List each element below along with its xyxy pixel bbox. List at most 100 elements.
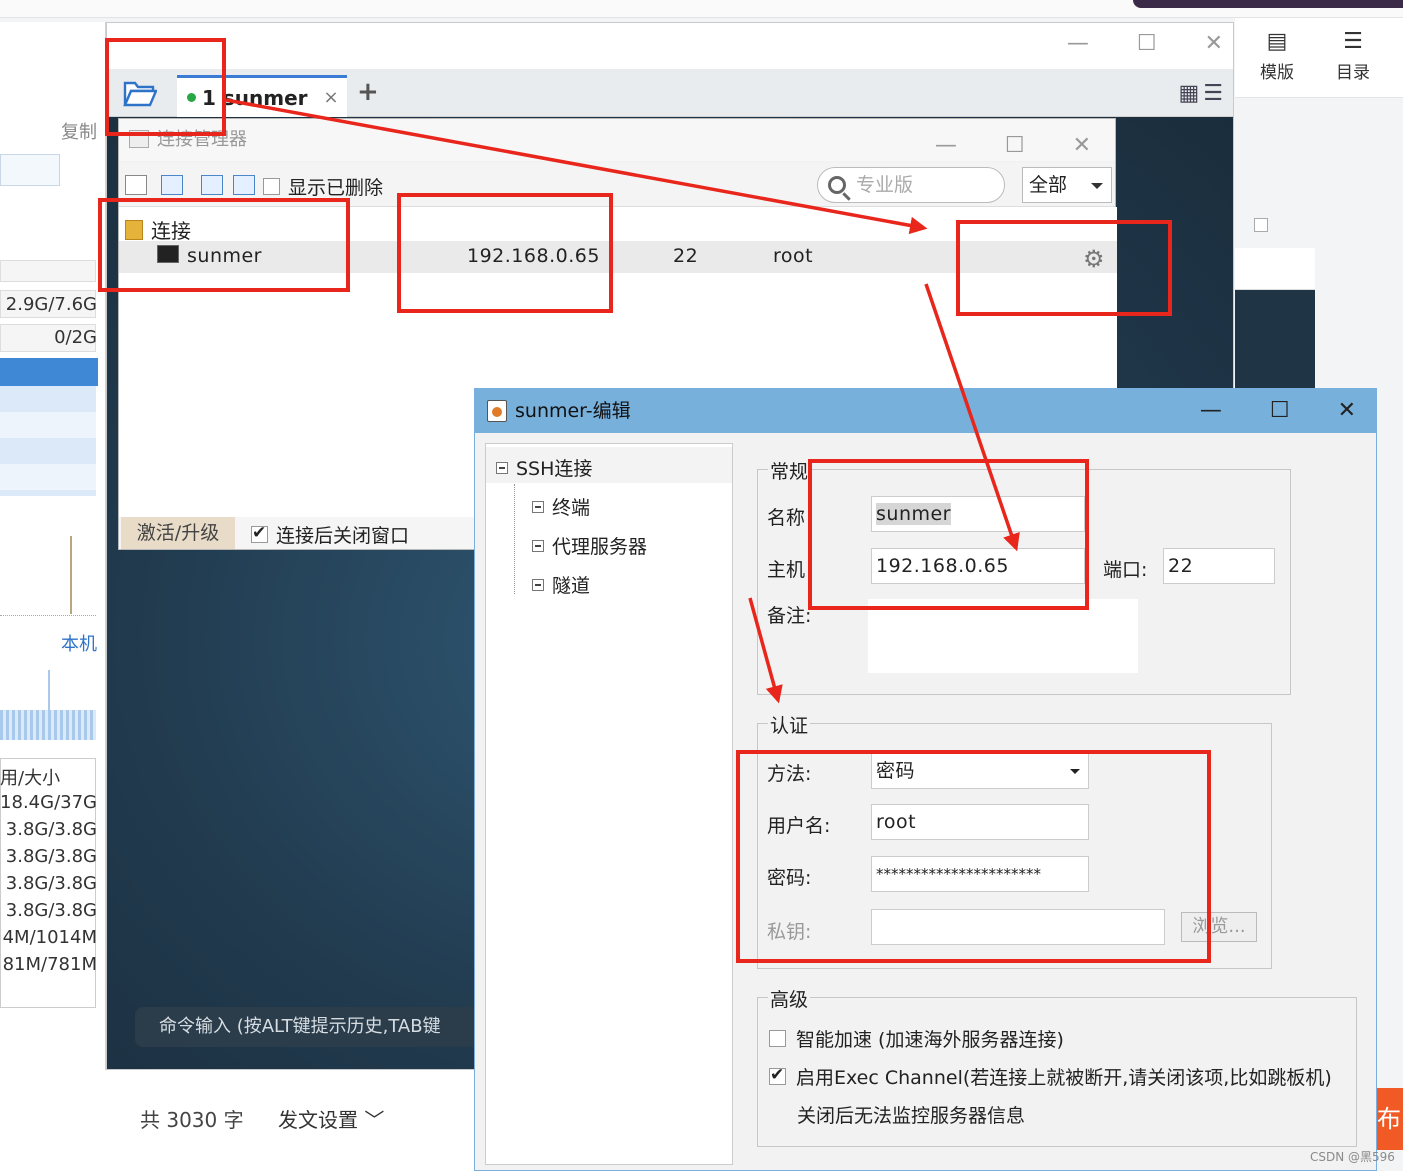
connection-user: root: [773, 245, 814, 267]
expand-all-icon[interactable]: [233, 175, 255, 195]
local-label[interactable]: 本机: [61, 630, 97, 656]
show-deleted-toggle[interactable]: 显示已删除: [263, 173, 383, 200]
connection-port: 22: [673, 245, 699, 267]
tree-node-proxy[interactable]: 代理服务器: [532, 532, 647, 559]
new-connection-icon[interactable]: [125, 175, 147, 195]
close-icon[interactable]: ✕: [1338, 389, 1356, 433]
username-field[interactable]: root: [871, 804, 1089, 840]
minimize-icon[interactable]: —: [1067, 31, 1089, 56]
add-tab-button[interactable]: +: [357, 77, 379, 107]
disk-row: 18.4G/37G: [0, 792, 97, 813]
edit-dialog-title: sunmer-编辑: [515, 400, 631, 422]
host-status-panel: 复制 2.9G/7.6G 0/2G 本机 用/大小 18.4G/37G 3.8G…: [0, 22, 106, 1070]
publish-button[interactable]: 布博: [1377, 1088, 1403, 1150]
process-list: [0, 386, 96, 496]
collapse-icon[interactable]: [496, 461, 508, 474]
publish-settings-button[interactable]: 发文设置 ﹀: [278, 1104, 384, 1133]
connection-row[interactable]: sunmer 192.168.0.65 22 root ⚙: [119, 241, 1117, 273]
private-key-field[interactable]: [871, 909, 1165, 945]
toc-icon: ☰: [1343, 29, 1363, 54]
exec-channel-toggle[interactable]: 启用Exec Channel(若连接上就被断开,请关闭该项,比如跳板机): [769, 1063, 1332, 1090]
search-placeholder: 专业版: [856, 174, 914, 196]
show-deleted-checkbox[interactable]: [263, 178, 280, 195]
manager-window-icon: [129, 130, 149, 148]
name-field[interactable]: sunmer: [871, 496, 1085, 532]
settings-tree: SSH连接 终端 代理服务器 隧道: [485, 443, 733, 1165]
background-checkbox: [1254, 218, 1268, 232]
disk-row: 3.8G/3.8G: [5, 846, 97, 867]
exec-channel-checkbox[interactable]: [769, 1065, 786, 1085]
top-decoration: [1133, 0, 1403, 8]
connection-manager-title-text: 连接管理器: [157, 129, 247, 150]
chevron-down-icon: ﹀: [358, 1108, 385, 1132]
close-icon[interactable]: ✕: [1073, 125, 1091, 167]
browse-button[interactable]: 浏览...: [1181, 912, 1257, 942]
tree-node-label: 隧道: [552, 575, 591, 597]
background-window-peek-bar: [1235, 248, 1315, 290]
connection-manager-toolbar: 显示已删除 专业版 全部: [119, 163, 1115, 207]
folder-icon: [125, 219, 143, 240]
toc-button[interactable]: ☰ 目录: [1323, 28, 1383, 83]
disk-row: 81M/781M: [2, 954, 97, 975]
connected-status-icon: [187, 93, 196, 102]
open-folder-icon[interactable]: [123, 79, 157, 107]
connection-manager-title: 连接管理器 — ☐ ✕: [119, 119, 1115, 161]
folder-label: 连接: [151, 219, 191, 243]
maximize-icon[interactable]: ☐: [1005, 125, 1025, 167]
filter-select[interactable]: 全部: [1022, 167, 1112, 203]
password-field[interactable]: **********************: [871, 856, 1089, 892]
name-value: sunmer: [876, 503, 951, 525]
ip-field[interactable]: [0, 154, 60, 186]
tree-node-tunnel[interactable]: 隧道: [532, 571, 590, 598]
port-label: 端口:: [1103, 559, 1148, 581]
tab-close-icon[interactable]: ×: [324, 87, 339, 108]
collapse-icon[interactable]: [532, 500, 544, 513]
tree-guide-line: [514, 484, 515, 594]
smart-accel-label: 智能加速 (加速海外服务器连接): [796, 1029, 1064, 1051]
smart-accel-toggle[interactable]: 智能加速 (加速海外服务器连接): [769, 1025, 1064, 1052]
word-count: 共 3030 字: [140, 1108, 244, 1132]
gear-icon[interactable]: ⚙: [1083, 245, 1105, 273]
session-tab-bar: 1 sunmer × + ▦☰: [107, 69, 1233, 117]
browser-top-bar: [0, 0, 1403, 18]
collapse-all-icon[interactable]: [201, 175, 223, 195]
swap-value: 0/2G: [54, 327, 97, 348]
template-button[interactable]: ▤ 模版: [1247, 28, 1307, 83]
collapse-icon[interactable]: [532, 539, 544, 552]
collapse-icon[interactable]: [532, 578, 544, 591]
maximize-icon[interactable]: ☐: [1137, 31, 1157, 56]
layout-toggle-icons[interactable]: ▦☰: [1178, 81, 1227, 106]
note-field[interactable]: [868, 599, 1138, 673]
method-select[interactable]: 密码: [871, 753, 1089, 789]
watermark: CSDN @黑596: [1310, 1150, 1395, 1164]
host-field[interactable]: 192.168.0.65: [871, 548, 1085, 584]
folder-node[interactable]: 连接: [125, 215, 191, 244]
username-label: 用户名:: [767, 815, 831, 837]
editor-toolbar: ▤ 模版 ☰ 目录: [1235, 18, 1403, 98]
tree-node-ssh[interactable]: SSH连接: [496, 454, 592, 481]
password-label: 密码:: [767, 867, 812, 889]
close-icon[interactable]: ✕: [1205, 31, 1223, 56]
note-label: 备注:: [767, 605, 812, 627]
disk-row: 3.8G/3.8G: [5, 819, 97, 840]
minimize-icon[interactable]: —: [935, 125, 957, 167]
tree-node-label: 代理服务器: [552, 536, 648, 558]
host-label: 主机: [767, 559, 806, 581]
disk-row: 3.8G/3.8G: [5, 900, 97, 921]
advanced-legend: 高级: [768, 985, 811, 1012]
tree-node-label: 终端: [552, 497, 591, 519]
tree-node-terminal[interactable]: 终端: [532, 493, 590, 520]
minimize-icon[interactable]: —: [1200, 389, 1222, 433]
search-input[interactable]: 专业版: [817, 167, 1005, 203]
exec-channel-label: 启用Exec Channel(若连接上就被断开,请关闭该项,比如跳板机): [796, 1067, 1332, 1089]
close-after-connect-checkbox[interactable]: [251, 523, 268, 543]
port-field[interactable]: 22: [1163, 548, 1275, 584]
new-folder-icon[interactable]: [161, 175, 183, 195]
smart-accel-checkbox[interactable]: [769, 1030, 786, 1047]
close-after-connect-toggle[interactable]: 连接后关闭窗口: [251, 521, 409, 548]
activate-upgrade-button[interactable]: 激活/升级: [121, 517, 235, 549]
copy-link[interactable]: 复制: [61, 118, 97, 144]
maximize-icon[interactable]: ☐: [1270, 389, 1290, 433]
session-tab[interactable]: 1 sunmer ×: [177, 75, 347, 117]
terminal-icon: [157, 245, 179, 263]
